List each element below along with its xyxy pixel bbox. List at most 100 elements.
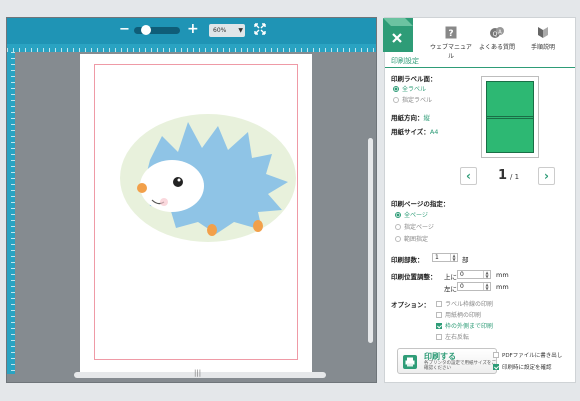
checkbox-label: PDFファイルに書き出し [502,353,563,359]
scroll-grip-icon: ||| [194,369,202,377]
close-icon[interactable] [383,18,413,52]
orientation-label: 用紙方向： [391,114,424,122]
svg-text:?: ? [448,29,453,39]
copies-label: 印刷部数： [391,256,424,264]
radio-all-labels[interactable]: 全ラベル [393,84,426,93]
radio-indicator [393,85,399,92]
page-current: 1 [498,168,508,183]
checkbox[interactable] [436,333,442,340]
radio-indicator [393,96,399,103]
beginner-mark-icon [538,27,548,38]
vertical-scrollbar[interactable] [368,138,373,343]
print-settings-panel: ? ウェブマニュアル Q A よくある質問 手順説明 印刷設定 印刷ラベル面： [383,17,576,383]
option-paper-pattern[interactable]: 用紙柄の印刷 [436,310,481,319]
orientation-value: 縦 [423,114,431,122]
expand-icon[interactable] [254,23,266,35]
label-sheet [80,54,312,372]
radio-label: 全ページ [404,212,428,219]
offset-top-value: 0 [460,271,464,278]
confirm-settings-option[interactable]: 印刷時に設定を確認 [493,363,552,371]
tool-label: よくある質問 [478,44,515,51]
panel-header: 印刷設定 [385,56,575,68]
checkbox-label: ラベル枠線の印刷 [445,301,494,308]
option-bleed[interactable]: 枠の外側まで印刷 [436,321,493,330]
stepper-arrows-icon[interactable]: ▲ ▼ [483,283,490,290]
page-range-heading: 印刷ページの指定： [391,200,450,208]
checkbox-label: 左右反転 [445,334,470,341]
page-total: / 1 [510,173,520,181]
checkbox[interactable] [436,311,442,318]
radio-range-pages[interactable]: 範囲指定 [395,234,428,243]
checkbox[interactable] [436,322,442,329]
tool-web-manual[interactable]: ? ウェブマニュアル [429,26,473,60]
vertical-ruler [7,52,15,374]
offset-label: 印刷位置調整： [391,273,437,281]
zoom-out-button[interactable]: − [119,22,130,37]
horizontal-scrollbar[interactable]: ||| [74,369,326,378]
checkbox[interactable] [436,300,442,307]
zoom-toolbar: − + 60% ▼ [7,18,376,44]
svg-text:Q: Q [493,31,498,38]
label-preview [481,76,539,158]
radio-label: 指定ラベル [402,97,433,104]
orientation-row: 用紙方向：縦 [391,112,430,122]
radio-indicator [395,223,401,230]
preview-divider [486,116,534,119]
offset-left-stepper[interactable]: 0 ▲ ▼ [457,282,491,291]
offset-left-value: 0 [460,283,464,290]
radio-indicator [395,211,401,218]
radio-label: 範囲指定 [404,236,429,243]
chevron-right-icon: › [544,169,549,183]
copies-unit: 部 [462,256,469,264]
checkbox[interactable] [493,363,499,370]
offset-top-stepper[interactable]: 0 ▲ ▼ [457,270,491,279]
panel-title: 印刷設定 [391,57,419,65]
checkbox-label: 印刷時に設定を確認 [502,365,552,371]
radio-specific-labels[interactable]: 指定ラベル [393,95,432,104]
zoom-value: 60% [213,27,227,34]
radio-specific-pages[interactable]: 指定ページ [395,222,434,231]
label-side-heading: 印刷ラベル面： [391,75,437,83]
svg-text:A: A [498,30,502,36]
stepper-arrows-icon[interactable]: ▲ ▼ [450,254,457,261]
zoom-select[interactable]: 60% ▼ [209,24,245,37]
paper-size-value: A4 [429,128,439,136]
copies-value: 1 [435,254,439,261]
faq-icon: Q A [490,27,504,38]
pdf-export-option[interactable]: PDFファイルに書き出し [493,351,562,359]
hedgehog-illustration[interactable] [120,110,304,246]
stepper-arrows-icon[interactable]: ▲ ▼ [483,271,490,278]
offset-unit: mm [496,271,509,279]
paper-size-row: 用紙サイズ：A4 [391,126,438,136]
options-label: オプション： [391,301,430,309]
tool-faq[interactable]: Q A よくある質問 [475,26,519,51]
printer-icon [403,355,417,369]
next-page-button[interactable]: › [538,167,555,185]
help-icon: ? [445,26,457,39]
option-label-frame[interactable]: ラベル枠線の印刷 [436,299,493,308]
radio-indicator [395,235,401,242]
radio-all-pages[interactable]: 全ページ [395,210,428,219]
paper-size-label: 用紙サイズ： [391,128,430,136]
offset-left-label: 左に [444,285,457,293]
offset-top-label: 上に [444,273,457,281]
radio-label: 全ラベル [402,86,427,93]
copies-stepper[interactable]: 1 ▲ ▼ [432,253,458,262]
checkbox-label: 枠の外側まで印刷 [445,323,494,330]
app-window: − + 60% ▼ ||| ? ウェブマニュアル Q A よくある質問 手順説明… [0,0,580,401]
tool-guide[interactable]: 手順説明 [521,26,565,51]
chevron-down-icon: ▼ [238,27,243,34]
checkbox[interactable] [493,351,499,358]
zoom-in-button[interactable]: + [187,21,199,37]
prev-page-button[interactable]: ‹ [460,167,477,185]
tool-label: 手順説明 [530,44,555,51]
chevron-left-icon: ‹ [466,169,471,183]
print-button-note: 各プリンタの設定で用紙サイズをご確認ください [424,361,496,371]
zoom-slider[interactable] [134,25,180,35]
offset-unit: mm [496,283,509,291]
horizontal-ruler [7,44,376,52]
option-mirror[interactable]: 左右反転 [436,332,469,341]
editor-area: − + 60% ▼ ||| [6,17,377,383]
print-button[interactable]: 印刷する 各プリンタの設定で用紙サイズをご確認ください [397,348,497,374]
zoom-slider-handle[interactable] [141,25,151,35]
